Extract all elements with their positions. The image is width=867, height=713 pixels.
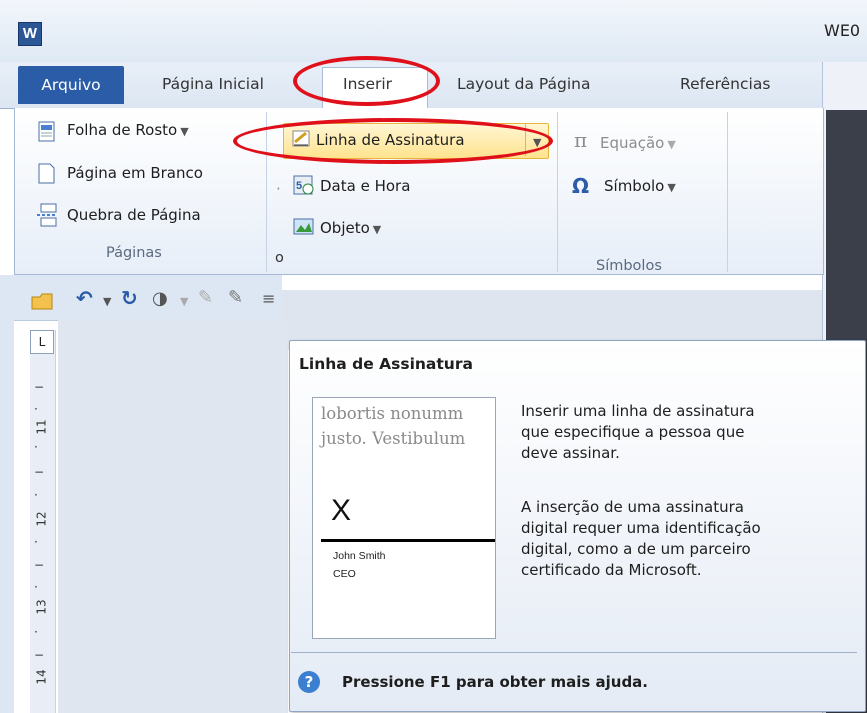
contrast-icon[interactable]: ◑ [152, 288, 168, 309]
data-e-hora-button[interactable]: Data e Hora [320, 177, 410, 195]
quebra-de-pagina-button[interactable]: Quebra de Página [67, 206, 201, 224]
svg-text:5: 5 [296, 180, 302, 192]
folha-de-rosto-button[interactable]: Folha de Rosto ▼ [67, 121, 189, 139]
tab-arquivo[interactable]: Arquivo [18, 66, 124, 104]
chevron-down-icon[interactable]: ▼ [103, 295, 111, 308]
preview-signer-role: CEO [333, 568, 356, 580]
preview-signer-name: John Smith [333, 550, 386, 562]
pi-icon: π [574, 128, 588, 152]
equacao-button[interactable]: Equação ▼ [600, 134, 676, 152]
group-label-simbolos: Símbolos [596, 258, 662, 274]
group-separator [557, 112, 558, 272]
more-icon[interactable]: ≡ [262, 289, 275, 308]
left-margin-strip [0, 275, 14, 713]
page-break-icon [37, 203, 57, 227]
preview-signature-line [321, 539, 495, 542]
tab-pagina-inicial[interactable]: Página Inicial [162, 75, 264, 93]
chevron-down-icon[interactable]: ▼ [180, 295, 188, 308]
group-label-paginas: Páginas [106, 245, 162, 261]
pagina-em-branco-button[interactable]: Página em Branco [67, 164, 203, 182]
redo-icon[interactable]: ↻ [121, 286, 138, 310]
group-label-texto-partial: o [275, 250, 284, 266]
pencil-icon[interactable]: ✎ [198, 287, 213, 308]
open-folder-icon[interactable] [30, 289, 56, 313]
date-time-icon: 5 [293, 175, 314, 195]
ruler-number: 12 [34, 511, 49, 527]
ruler-number: 14 [34, 669, 49, 685]
window-title: WE0 [824, 21, 861, 40]
tooltip-description-digital: A inserção de uma assinatura digital req… [521, 498, 761, 579]
object-icon [293, 218, 314, 235]
preview-signature-x: X [331, 494, 352, 527]
help-icon: ? [298, 671, 320, 693]
tab-layout-da-pagina[interactable]: Layout da Página [457, 75, 591, 93]
preview-text-line: justo. Vestibulum [321, 429, 466, 448]
document-background [58, 320, 288, 713]
simbolo-button[interactable]: Símbolo ▼ [604, 177, 676, 195]
tooltip-help-text: Pressione F1 para obter mais ajuda. [342, 673, 648, 691]
objeto-button[interactable]: Objeto ▼ [320, 219, 381, 237]
pencil-icon[interactable]: ✎ [228, 287, 243, 308]
group-separator [727, 112, 728, 272]
annotation-ellipse-linha-assinatura [233, 118, 553, 164]
tooltip-title: Linha de Assinatura [299, 355, 473, 373]
tooltip-description: Inserir uma linha de assinatura que espe… [521, 402, 755, 462]
undo-icon[interactable]: ↶ [76, 286, 93, 310]
word-app-icon[interactable]: W [18, 22, 42, 46]
tooltip-divider [291, 652, 857, 653]
preview-text-line: lobortis nonumm [321, 404, 464, 423]
separator-dot: · [276, 180, 281, 198]
ruler-number: 11 [34, 419, 49, 435]
annotation-ellipse-inserir [293, 56, 440, 106]
tab-selector-icon[interactable]: L [30, 330, 54, 354]
omega-icon: Ω [572, 174, 590, 198]
cover-page-icon [38, 121, 55, 142]
blank-page-icon [38, 163, 55, 184]
signature-preview-image: lobortis nonumm justo. Vestibulum X John… [312, 397, 496, 639]
tab-referencias[interactable]: Referências [680, 75, 770, 93]
title-bar [0, 0, 867, 62]
ruler-number: 13 [34, 599, 49, 615]
